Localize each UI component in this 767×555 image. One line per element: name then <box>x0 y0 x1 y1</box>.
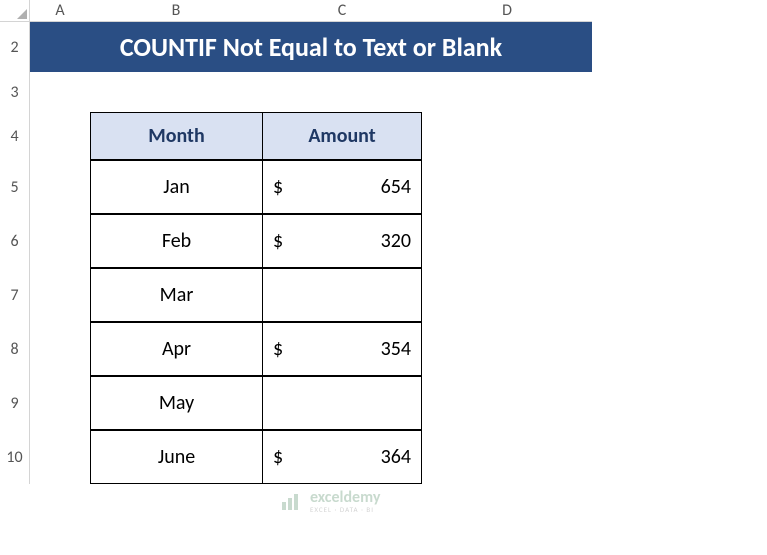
currency-symbol: $ <box>273 175 283 199</box>
row-header-5[interactable]: 5 <box>0 160 30 214</box>
col-header-d[interactable]: D <box>422 0 592 22</box>
cell-d10[interactable] <box>422 430 592 484</box>
table-row[interactable]: $ 364 <box>262 430 422 484</box>
col-header-c[interactable]: C <box>262 0 422 22</box>
cell-d3[interactable] <box>422 72 592 112</box>
select-all-corner[interactable] <box>0 0 30 22</box>
col-header-a[interactable]: A <box>30 0 90 22</box>
table-row[interactable]: Mar <box>90 268 262 322</box>
row-header-10[interactable]: 10 <box>0 430 30 484</box>
cell-c3[interactable] <box>262 72 422 112</box>
table-row[interactable]: $ 654 <box>262 160 422 214</box>
cell-a5[interactable] <box>30 160 90 214</box>
table-row[interactable]: $ 320 <box>262 214 422 268</box>
cell-a7[interactable] <box>30 268 90 322</box>
table-row[interactable] <box>262 376 422 430</box>
watermark: exceldemy EXCEL · DATA · BI <box>280 490 380 513</box>
row-header-9[interactable]: 9 <box>0 376 30 430</box>
cell-d4[interactable] <box>422 112 592 160</box>
cell-a6[interactable] <box>30 214 90 268</box>
table-row[interactable] <box>262 268 422 322</box>
watermark-main: exceldemy <box>310 490 380 506</box>
cell-b3[interactable] <box>90 72 262 112</box>
row-header-3[interactable]: 3 <box>0 72 30 112</box>
amount-value: 354 <box>381 337 411 361</box>
cell-a3[interactable] <box>30 72 90 112</box>
table-row[interactable]: June <box>90 430 262 484</box>
currency-symbol: $ <box>273 445 283 469</box>
currency-symbol: $ <box>273 337 283 361</box>
watermark-sub: EXCEL · DATA · BI <box>310 506 380 513</box>
amount-value: 320 <box>381 229 411 253</box>
cell-a8[interactable] <box>30 322 90 376</box>
cell-a10[interactable] <box>30 430 90 484</box>
cell-d7[interactable] <box>422 268 592 322</box>
cell-d5[interactable] <box>422 160 592 214</box>
row-header-8[interactable]: 8 <box>0 322 30 376</box>
table-header-month[interactable]: Month <box>90 112 262 160</box>
spreadsheet-grid: A B C D 2 COUNTIF Not Equal to Text or B… <box>0 0 767 484</box>
table-header-amount[interactable]: Amount <box>262 112 422 160</box>
row-header-6[interactable]: 6 <box>0 214 30 268</box>
row-header-4[interactable]: 4 <box>0 112 30 160</box>
table-row[interactable]: Jan <box>90 160 262 214</box>
table-row[interactable]: $ 354 <box>262 322 422 376</box>
table-row[interactable]: May <box>90 376 262 430</box>
amount-value: 654 <box>381 175 411 199</box>
cell-d9[interactable] <box>422 376 592 430</box>
page-title: COUNTIF Not Equal to Text or Blank <box>30 22 592 72</box>
cell-d6[interactable] <box>422 214 592 268</box>
row-header-7[interactable]: 7 <box>0 268 30 322</box>
watermark-text: exceldemy EXCEL · DATA · BI <box>310 490 380 513</box>
cell-a9[interactable] <box>30 376 90 430</box>
cell-d8[interactable] <box>422 322 592 376</box>
row-header-2[interactable]: 2 <box>0 22 30 72</box>
currency-symbol: $ <box>273 229 283 253</box>
table-row[interactable]: Feb <box>90 214 262 268</box>
chart-icon <box>280 492 304 512</box>
cell-a4[interactable] <box>30 112 90 160</box>
col-header-b[interactable]: B <box>90 0 262 22</box>
table-row[interactable]: Apr <box>90 322 262 376</box>
amount-value: 364 <box>381 445 411 469</box>
